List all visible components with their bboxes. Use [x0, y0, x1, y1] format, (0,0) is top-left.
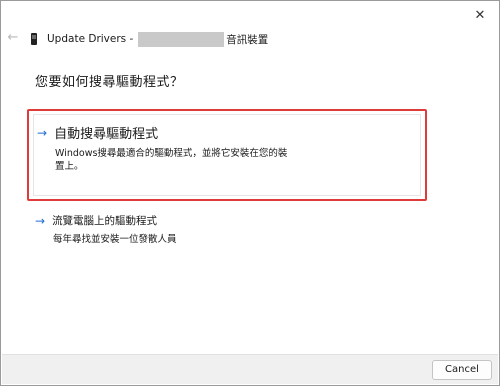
back-arrow-icon: ← — [7, 30, 19, 45]
search-automatically-option[interactable]: → 自動搜尋驅動程式 Windows搜尋最適合的驅動程式，並將它安裝在您的裝置上… — [27, 109, 427, 201]
dialog-title-row: Update Drivers - 音訊裝置 — [31, 31, 268, 47]
title-suffix: 音訊裝置 — [226, 33, 269, 46]
browse-computer-option[interactable]: → 流覽電腦上的驅動程式 每年尋找並安裝一位發散人員 — [27, 211, 427, 251]
close-button[interactable]: ✕ — [469, 7, 491, 25]
close-icon: ✕ — [474, 8, 486, 23]
update-drivers-dialog: ✕ ← Update Drivers - 音訊裝置 您要如何搜尋驅動程式？ → … — [0, 0, 500, 386]
dialog-footer: Cancel — [2, 354, 498, 384]
redacted-device-name — [138, 31, 225, 47]
option-label: 流覽電腦上的驅動程式 — [52, 215, 158, 227]
arrow-right-icon: → — [37, 125, 48, 140]
back-button[interactable]: ← — [6, 31, 20, 45]
page-heading: 您要如何搜尋驅動程式？ — [35, 75, 184, 90]
cancel-button[interactable]: Cancel — [432, 360, 492, 380]
option-description: Windows搜尋最適合的驅動程式，並將它安裝在您的裝置上。 — [55, 148, 288, 172]
title-prefix: Update Drivers - — [47, 33, 134, 45]
arrow-right-icon: → — [35, 213, 46, 228]
option-label: 自動搜尋驅動程式 — [54, 127, 159, 142]
usb-device-icon — [31, 33, 37, 45]
option-description: 每年尋找並安裝一位發散人員 — [53, 234, 177, 245]
